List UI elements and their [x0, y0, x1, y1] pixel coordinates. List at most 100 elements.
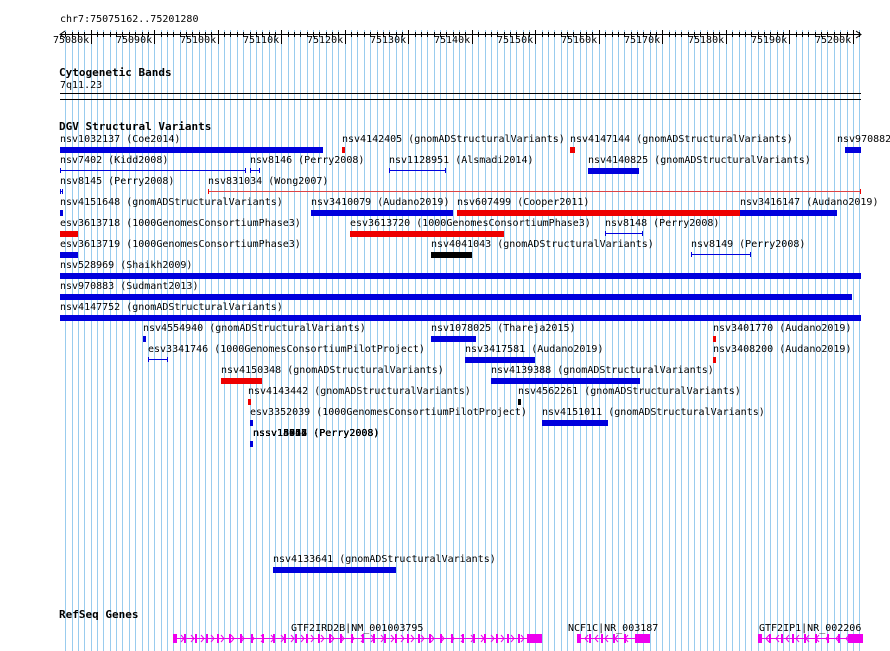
- cytoband-track-title[interactable]: Cytogenetic Bands: [59, 67, 172, 79]
- gene-exon: [395, 634, 397, 643]
- variant-end: [245, 168, 246, 173]
- gene-exon: [496, 634, 498, 643]
- gene-exon: [648, 634, 650, 643]
- variant-label[interactable]: nsv8145 (Perry2008): [60, 176, 174, 187]
- variant-label[interactable]: nsv1128951 (Alsmadi2014): [389, 155, 534, 166]
- gene-label[interactable]: NCF1C|NR_003187: [568, 623, 658, 634]
- variant-bar: [60, 273, 861, 279]
- variant-label[interactable]: nsv4151011 (gnomADStructuralVariants): [542, 407, 765, 418]
- variant-line: [605, 233, 643, 234]
- variant-label[interactable]: nsv1032137 (Coe2014): [60, 134, 180, 145]
- variant-label[interactable]: nsv4142405 (gnomADStructuralVariants): [342, 134, 565, 145]
- variant-label[interactable]: nssv18053 (Perry2008): [253, 428, 379, 439]
- gene-exon: [635, 634, 648, 643]
- variant-label[interactable]: nsv4151648 (gnomADStructuralVariants): [60, 197, 283, 208]
- variant-end: [642, 231, 643, 236]
- ruler-tick-label: 75080k: [53, 35, 90, 46]
- variant-label[interactable]: nsv8146 (Perry2008): [250, 155, 364, 166]
- variant-bar: [491, 378, 640, 384]
- variant-label[interactable]: nsv607499 (Cooper2011): [457, 197, 589, 208]
- variant-label[interactable]: esv3352039 (1000GenomesConsortiumPilotPr…: [250, 407, 527, 418]
- gene-label[interactable]: GTF2IP1|NR_002206: [759, 623, 861, 634]
- variant-label[interactable]: nsv4147144 (gnomADStructuralVariants): [570, 134, 793, 145]
- variant-label[interactable]: esv3613718 (1000GenomesConsortiumPhase3): [60, 218, 301, 229]
- gene-exon: [295, 634, 297, 643]
- variant-label[interactable]: esv3613720 (1000GenomesConsortiumPhase3): [350, 218, 591, 229]
- variant-line: [208, 191, 861, 192]
- variant-label[interactable]: nsv4041043 (gnomADStructuralVariants): [431, 239, 654, 250]
- variant-label[interactable]: nsv8149 (Perry2008): [691, 239, 805, 250]
- variant-end: [860, 189, 861, 194]
- variant-label[interactable]: nsv4562261 (gnomADStructuralVariants): [518, 386, 741, 397]
- variant-label[interactable]: nsv1078025 (Thareja2015): [431, 323, 576, 334]
- variant-end: [60, 189, 61, 194]
- variant-label[interactable]: esv3341746 (1000GenomesConsortiumPilotPr…: [148, 344, 425, 355]
- variant-label[interactable]: nsv3417581 (Audano2019): [465, 344, 603, 355]
- variant-end: [445, 168, 446, 173]
- gene-exon: [306, 634, 308, 643]
- variant-bar: [465, 357, 535, 363]
- variant-bar: [431, 336, 476, 342]
- gene-exon: [577, 634, 581, 643]
- variant-end: [750, 252, 751, 257]
- variant-label[interactable]: nsv7402 (Kidd2008): [60, 155, 168, 166]
- variant-label[interactable]: esv3613719 (1000GenomesConsortiumPhase3): [60, 239, 301, 250]
- variant-label[interactable]: nsv8148 (Perry2008): [605, 218, 719, 229]
- ruler-tick-label: 75110k: [243, 35, 280, 46]
- variant-bar: [60, 315, 861, 321]
- variant-label[interactable]: nsv4554940 (gnomADStructuralVariants): [143, 323, 366, 334]
- variant-line: [148, 359, 168, 360]
- variant-bar: [60, 147, 323, 153]
- genome-browser-view: chr7:75075162..75201280 Cytogenetic Band…: [0, 0, 890, 651]
- gene-exon: [206, 634, 208, 643]
- variant-label[interactable]: nsv3401770 (Audano2019): [713, 323, 851, 334]
- variant-label[interactable]: nsv4150348 (gnomADStructuralVariants): [221, 365, 444, 376]
- variant-bar: [542, 420, 608, 426]
- variant-line: [250, 170, 260, 171]
- variant-label[interactable]: nsv970882: [837, 134, 890, 145]
- gene-exon: [540, 634, 542, 643]
- variant-bar: [518, 399, 521, 405]
- variant-bar: [60, 294, 852, 300]
- variant-label[interactable]: nsv3410079 (Audano2019): [311, 197, 449, 208]
- variant-bar: [588, 168, 639, 174]
- variant-bar: [273, 567, 396, 573]
- variant-end: [389, 168, 390, 173]
- variant-label[interactable]: nsv4140825 (gnomADStructuralVariants): [588, 155, 811, 166]
- gene-exon: [217, 634, 219, 643]
- refseq-track-title[interactable]: RefSeq Genes: [59, 609, 138, 621]
- variant-end: [259, 168, 260, 173]
- variant-end: [250, 168, 251, 173]
- ruler-tick-label: 75150k: [497, 35, 534, 46]
- gene-exon: [848, 634, 861, 643]
- gene-exon: [173, 634, 177, 643]
- variant-end: [691, 252, 692, 257]
- variant-bar: [143, 336, 146, 342]
- gene-exon: [318, 634, 320, 643]
- variant-label[interactable]: nsv4133641 (gnomADStructuralVariants): [273, 554, 496, 565]
- gene-exon: [407, 634, 409, 643]
- ruler-tick-label: 75170k: [624, 35, 661, 46]
- gene-label[interactable]: GTF2IRD2B|NM_001003795: [291, 623, 423, 634]
- ruler-tick-label: 75180k: [688, 35, 725, 46]
- variant-label[interactable]: nsv4143442 (gnomADStructuralVariants): [248, 386, 471, 397]
- dgv-track-title[interactable]: DGV Structural Variants: [59, 121, 211, 133]
- variant-label[interactable]: nsv3416147 (Audano2019): [740, 197, 878, 208]
- variant-label[interactable]: nsv4147752 (gnomADStructuralVariants): [60, 302, 283, 313]
- variant-label[interactable]: nsv970883 (Sudmant2013): [60, 281, 198, 292]
- variant-bar: [60, 252, 78, 258]
- variant-line: [691, 254, 751, 255]
- variant-label[interactable]: nsv4139388 (gnomADStructuralVariants): [491, 365, 714, 376]
- variant-end: [62, 189, 63, 194]
- ruler-tick-label: 75190k: [751, 35, 788, 46]
- variant-label[interactable]: nsv3408200 (Audano2019): [713, 344, 851, 355]
- variant-bar: [342, 147, 345, 153]
- variant-label[interactable]: nsv528969 (Shaikh2009): [60, 260, 192, 271]
- gene-exon: [601, 634, 603, 643]
- variant-bar: [713, 336, 716, 342]
- variant-bar: [431, 252, 472, 258]
- ruler-tick-label: 75200k: [815, 35, 852, 46]
- variant-label[interactable]: nsv831034 (Wong2007): [208, 176, 328, 187]
- ruler-tick-label: 75120k: [307, 35, 344, 46]
- variant-bar: [250, 420, 253, 426]
